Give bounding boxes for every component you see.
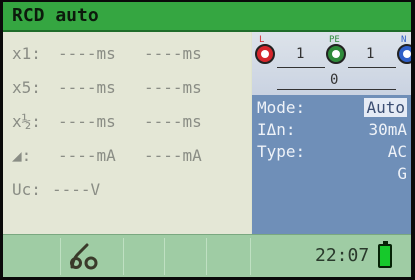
voltage-l-n: 0	[330, 72, 339, 88]
title-bar: RCD auto	[3, 2, 411, 32]
terminal-pe-icon	[326, 44, 346, 64]
voltage-l-pe: 1	[296, 46, 305, 62]
param-value: 30mA	[368, 120, 407, 139]
battery-icon	[378, 241, 392, 268]
divider	[60, 238, 61, 275]
result-value: ----ms	[58, 78, 116, 97]
divider	[123, 238, 124, 275]
result-label: Uc:	[12, 180, 41, 199]
param-value: Auto	[364, 98, 407, 117]
terminal-l-icon	[255, 44, 275, 64]
result-label: x½:	[12, 112, 41, 131]
result-label: x5:	[12, 78, 41, 97]
param-label: IΔn:	[257, 120, 296, 139]
voltage-pe-n: 1	[366, 46, 375, 62]
terminal-n-icon	[397, 44, 411, 64]
result-value: ----mA	[58, 146, 116, 165]
result-value: ----ms	[144, 78, 202, 97]
param-value: AC	[387, 142, 407, 161]
result-value: ----ms	[144, 112, 202, 131]
probe-icon[interactable]	[67, 241, 105, 275]
result-value: ----ms	[58, 44, 116, 63]
param-value: G	[397, 164, 407, 183]
divider	[164, 238, 165, 275]
result-value: ----mA	[144, 146, 202, 165]
clock: 22:07	[315, 245, 370, 266]
param-label: Mode:	[257, 98, 306, 117]
result-value: ----ms	[58, 112, 116, 131]
divider	[277, 67, 325, 68]
divider	[348, 67, 396, 68]
results-panel: x1: ----ms ----ms x5: ----ms ----ms x½: …	[3, 32, 251, 234]
divider	[277, 89, 396, 90]
ramp-icon: ◢:	[12, 146, 32, 165]
result-label: x1:	[12, 44, 41, 63]
page-title: RCD auto	[12, 5, 99, 26]
status-bar: 22:07	[3, 234, 411, 277]
parameters-panel: Mode: Auto IΔn: 30mA Type: AC G	[252, 95, 411, 234]
result-value: ----V	[52, 180, 101, 199]
param-label: Type:	[257, 142, 306, 161]
instrument-screen: RCD auto x1: ----ms ----ms x5: ----ms --…	[3, 2, 411, 277]
divider	[250, 238, 251, 275]
side-panel: L PE N 1 1 0 Mode: Auto IΔn: 30mA Type:	[252, 32, 411, 234]
result-value: ----ms	[144, 44, 202, 63]
divider	[206, 238, 207, 275]
